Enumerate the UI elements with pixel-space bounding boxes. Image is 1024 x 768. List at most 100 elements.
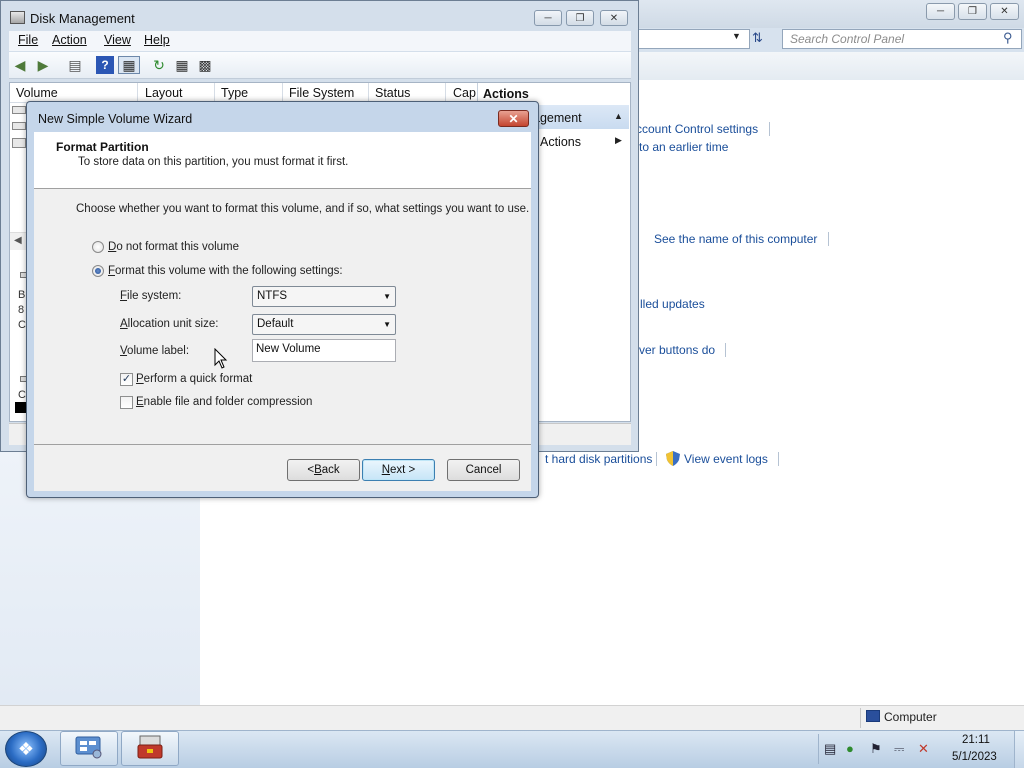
column-volume[interactable]: Volume — [16, 86, 58, 100]
shield-icon — [666, 451, 680, 469]
link-separator — [828, 232, 829, 246]
clock-date[interactable]: 5/1/2023 — [952, 751, 997, 763]
control-panel-icon — [74, 734, 104, 763]
cp-link-uac[interactable]: ccount Control settings — [636, 122, 758, 136]
maximize-button[interactable]: ❐ — [566, 10, 594, 26]
search-icon[interactable]: ⚲ — [1003, 30, 1013, 46]
help-icon[interactable]: ? — [96, 56, 114, 74]
taskbar-control-panel[interactable] — [60, 731, 118, 766]
window-title: Disk Management — [30, 11, 135, 26]
radio-do-not-format-label[interactable]: Do not format this volume — [108, 241, 239, 253]
power-icon[interactable]: ⎓ — [894, 741, 904, 757]
show-desktop-button[interactable] — [1014, 731, 1024, 768]
menu-action[interactable]: Action — [52, 33, 87, 47]
column-separator — [282, 83, 283, 102]
back-arrow-icon[interactable]: ◀ — [11, 56, 29, 74]
column-layout[interactable]: Layout — [145, 86, 183, 100]
disk-management-icon — [10, 11, 25, 24]
volume-label-label: Volume label: — [120, 345, 190, 357]
menu-view[interactable]: View — [104, 33, 131, 47]
more-actions-item[interactable]: Actions — [540, 135, 581, 149]
actions-header: Actions — [483, 87, 529, 101]
column-separator — [137, 83, 138, 102]
windows-orb-icon[interactable]: ❖ — [5, 731, 47, 767]
file-system-select[interactable]: NTFS ▼ — [252, 286, 396, 307]
radio-do-not-format[interactable] — [92, 241, 104, 253]
refresh-icon[interactable]: ↻ — [150, 56, 168, 74]
disk-info-stub: B — [18, 289, 26, 301]
page-subtitle: To store data on this partition, you mus… — [78, 156, 349, 168]
cp-maximize-button[interactable]: ❐ — [958, 3, 987, 20]
cp-close-button[interactable]: ✕ — [990, 3, 1019, 20]
cp-minimize-button[interactable]: ─ — [926, 3, 955, 20]
divider — [34, 444, 531, 445]
compression-checkbox[interactable] — [120, 396, 133, 409]
actions-item-label: agement — [533, 111, 582, 125]
network-icon[interactable]: ● — [846, 741, 854, 756]
console-tree-icon[interactable]: ▤ — [66, 56, 84, 74]
cp-link-power[interactable]: ver buttons do — [639, 343, 715, 357]
chevron-down-icon: ▼ — [383, 292, 391, 301]
cp-command-bar — [636, 52, 1024, 80]
chevron-down-icon[interactable]: ▼ — [732, 31, 741, 41]
column-type[interactable]: Type — [221, 86, 248, 100]
cp-link-restore[interactable]: to an earlier time — [639, 140, 728, 154]
column-separator — [214, 83, 215, 102]
close-button[interactable]: ✕ — [498, 110, 529, 127]
drive-icon — [12, 106, 26, 114]
cp-link-updates[interactable]: lled updates — [640, 297, 705, 311]
menu-bar — [9, 31, 631, 51]
menu-help[interactable]: Help — [144, 33, 170, 47]
allocation-unit-label: Allocation unit size: — [120, 318, 219, 330]
chevron-right-icon[interactable]: ▶ — [615, 135, 622, 146]
volume-muted-icon[interactable]: ✕ — [918, 741, 929, 757]
back-button[interactable]: < Back — [287, 459, 360, 481]
cp-link-partitions[interactable]: t hard disk partitions — [545, 452, 652, 466]
column-capacity[interactable]: Cap — [453, 86, 476, 100]
page-title: Format Partition — [56, 140, 149, 154]
forward-arrow-icon[interactable]: ▶ — [34, 56, 52, 74]
next-button[interactable]: Next > — [362, 459, 435, 481]
disk-info-stub: C — [18, 389, 26, 401]
tray-separator — [818, 734, 819, 764]
column-file-system[interactable]: File System — [289, 86, 354, 100]
show-hide-pane-icon[interactable]: ▦ — [118, 56, 140, 74]
close-button[interactable]: ✕ — [600, 10, 628, 26]
status-location: Computer — [884, 710, 937, 724]
disk-info-stub: 8 — [18, 304, 25, 316]
chevron-down-icon: ▼ — [383, 320, 391, 329]
flag-icon[interactable]: ⚑ — [870, 741, 882, 757]
allocation-unit-select[interactable]: Default ▼ — [252, 314, 396, 335]
cancel-button[interactable]: Cancel — [447, 459, 520, 481]
minimize-button[interactable]: ─ — [534, 10, 562, 26]
properties-icon[interactable]: ▦ — [173, 56, 191, 74]
cd-drive-icon — [12, 138, 26, 148]
quick-format-checkbox[interactable]: ✓ — [120, 373, 133, 386]
column-separator — [368, 83, 369, 102]
compression-label[interactable]: Enable file and folder compression — [136, 396, 312, 408]
clock-time[interactable]: 21:11 — [962, 734, 990, 746]
action-center-icon[interactable]: ▤ — [824, 741, 836, 757]
allocation-unit-value: Default — [257, 318, 294, 330]
column-separator — [445, 83, 446, 102]
radio-format-volume[interactable] — [92, 265, 104, 277]
collapse-up-icon[interactable]: ▲ — [614, 111, 623, 121]
quick-format-label[interactable]: Perform a quick format — [136, 373, 252, 385]
menu-file[interactable]: File — [18, 33, 38, 47]
status-separator — [860, 708, 861, 728]
cp-link-event-logs[interactable]: View event logs — [684, 452, 768, 466]
mouse-cursor-icon — [214, 347, 228, 373]
file-system-label: File system: — [120, 290, 182, 302]
cp-link-computer-name[interactable]: See the name of this computer — [654, 232, 817, 246]
disk-info-stub: C — [18, 319, 26, 331]
computer-icon — [866, 710, 880, 722]
scroll-left-icon[interactable]: ◀ — [14, 235, 22, 246]
rescan-icon[interactable]: ▩ — [196, 56, 214, 74]
unallocated-legend-swatch — [15, 402, 26, 413]
refresh-icon[interactable]: ⇅ — [752, 30, 763, 46]
computer-management-icon — [135, 734, 165, 763]
search-placeholder: Search Control Panel — [790, 32, 905, 46]
radio-format-volume-label[interactable]: Format this volume with the following se… — [108, 265, 343, 277]
column-status[interactable]: Status — [375, 86, 410, 100]
taskbar-disk-management[interactable] — [121, 731, 179, 766]
